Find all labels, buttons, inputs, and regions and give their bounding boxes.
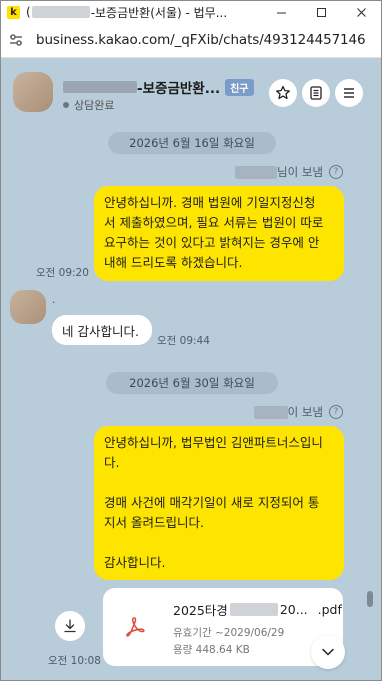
my-message-bubble[interactable]: 안녕하십니까, 법무법인 김앤파트너스입니 다. 경매 사건에 매각기일이 새로… bbox=[94, 426, 344, 580]
favorite-button[interactable] bbox=[269, 79, 297, 107]
menu-button[interactable] bbox=[335, 79, 363, 107]
title-bar: k ( -보증금반환(서울) - 법무... bbox=[1, 1, 381, 23]
site-settings-icon[interactable] bbox=[8, 32, 24, 48]
file-size: 용량 448.64 KB bbox=[173, 644, 250, 656]
message-time: 오전 09:44 bbox=[157, 335, 210, 347]
minimize-icon[interactable] bbox=[261, 1, 301, 23]
my-message-bubble[interactable]: 안녕하십니까. 경매 법원에 기일지정신청 서 제출하였으며, 필요 서류는 법… bbox=[94, 186, 344, 281]
date-divider: 2026년 6월 30일 화요일 bbox=[106, 372, 278, 394]
redacted-name bbox=[235, 165, 278, 179]
scrollbar-thumb[interactable] bbox=[367, 591, 373, 607]
download-button[interactable] bbox=[55, 611, 85, 641]
date-divider: 2026년 6월 16일 화요일 bbox=[108, 132, 276, 154]
address-bar: business.kakao.com/_qFXib/chats/49312445… bbox=[1, 23, 381, 58]
redacted-name bbox=[31, 6, 90, 18]
close-icon[interactable] bbox=[341, 1, 381, 23]
file-name: 2025타경 20... .pdf bbox=[173, 602, 342, 618]
room-name: -보증금반환... 친구 bbox=[63, 77, 254, 97]
notes-icon bbox=[310, 86, 322, 100]
app-window: k ( -보증금반환(서울) - 법무... business.kakao.co bbox=[0, 0, 382, 681]
redacted-name bbox=[253, 405, 288, 419]
status-dot-icon bbox=[63, 102, 69, 108]
other-message-bubble[interactable]: 네 감사합니다. bbox=[52, 315, 152, 345]
question-icon[interactable]: ? bbox=[329, 165, 343, 179]
sender-name: . bbox=[52, 294, 56, 306]
download-icon bbox=[64, 619, 76, 633]
question-icon[interactable]: ? bbox=[329, 405, 343, 419]
file-validity: 유효기간 ~2029/06/29 bbox=[173, 627, 285, 639]
message-time: 오전 10:08 bbox=[48, 655, 101, 667]
app-logo-icon: k bbox=[7, 5, 20, 19]
sender-label: 이 보냄 ? bbox=[253, 404, 343, 420]
redacted-text bbox=[229, 603, 278, 616]
notes-button[interactable] bbox=[302, 79, 330, 107]
menu-icon bbox=[344, 88, 354, 98]
message-time: 오전 09:20 bbox=[36, 267, 89, 279]
star-icon bbox=[276, 85, 290, 100]
pdf-icon bbox=[126, 617, 145, 637]
friend-badge: 친구 bbox=[225, 78, 254, 96]
redacted-name bbox=[63, 81, 137, 93]
file-attachment-card[interactable]: 2025타경 20... .pdf 유효기간 ~2029/06/29 용량 44… bbox=[103, 588, 343, 666]
url-field[interactable]: business.kakao.com/_qFXib/chats/49312445… bbox=[36, 32, 366, 48]
sender-avatar[interactable] bbox=[10, 290, 46, 324]
consult-status: 상담완료 bbox=[63, 97, 114, 113]
sender-label: 님이 보냄 ? bbox=[235, 164, 343, 180]
maximize-icon[interactable] bbox=[301, 1, 341, 23]
scroll-to-bottom-button[interactable] bbox=[311, 635, 345, 669]
window-title: ( -보증금반환(서울) - 법무... bbox=[26, 5, 228, 20]
chevron-down-icon bbox=[322, 648, 334, 656]
chat-header: -보증금반환... 친구 상담완료 bbox=[1, 58, 381, 122]
room-avatar[interactable] bbox=[13, 72, 53, 112]
window-controls bbox=[261, 1, 381, 23]
